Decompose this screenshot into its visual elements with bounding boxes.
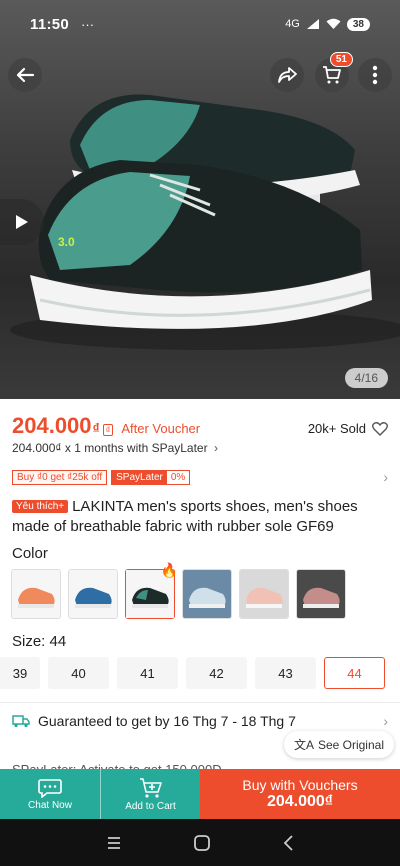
play-video-button[interactable] [0,199,44,245]
color-swatch-4[interactable] [182,569,232,619]
size-option-41[interactable]: 41 [117,657,178,689]
network-icon: 4G [285,18,300,30]
color-label: Color [12,545,48,562]
promo-tags-row[interactable]: Buy ₫0 get ₫25k off SPayLater 0% › [12,469,388,485]
wifi-icon [326,18,341,29]
svg-text:3.0: 3.0 [58,235,75,249]
heart-icon[interactable] [372,421,388,436]
bottom-action-bar: Chat Now Add to Cart Buy with Vouchers 2… [0,769,400,819]
translate-icon: 文A [293,738,314,752]
spaylater-tag: SPayLater 0% [111,469,191,485]
share-icon [278,67,297,83]
status-bar: 11:50 ··· 4G 38 [0,0,400,48]
add-to-cart-button[interactable]: Add to Cart [100,769,200,819]
see-original-label: See Original [317,737,384,752]
recent-apps-icon[interactable] [106,835,122,851]
truck-icon [12,715,30,728]
size-option-39[interactable]: 39 [0,657,40,689]
signal-icon [306,19,319,29]
flame-icon: 🔥 [160,562,178,578]
chat-icon [38,778,62,798]
price-row: 204.000 ₫ ₫ After Voucher 20k+ Sold [12,413,388,439]
shoe-thumbnail [297,570,345,618]
add-cart-icon [139,777,162,798]
preferred-tag: Yêu thích+ [12,500,69,513]
sold-label: 20k+ Sold [307,421,366,436]
after-voucher-label: After Voucher [121,421,201,436]
shoe-thumbnail [183,570,231,618]
chevron-right-icon: › [213,441,218,455]
installment-info[interactable]: 204.000₫ x 1 months with SPayLater › [12,441,218,455]
divider [0,702,400,703]
battery-icon: 38 [346,17,370,31]
buy-with-vouchers-button[interactable]: Buy with Vouchers 204.000₫ [200,769,400,819]
system-nav-bar [0,819,400,866]
price-amount: 204.000 [12,413,92,438]
product-title: Yêu thích+ LAKINTA men's sports shoes, me… [12,497,390,537]
size-option-42[interactable]: 42 [186,657,247,689]
shoe-thumbnail [12,570,60,618]
more-options-button[interactable] [358,58,392,92]
home-icon[interactable] [193,834,211,852]
status-time: 11:50 [30,15,70,33]
price-currency: ₫ [92,420,100,436]
size-option-44[interactable]: 44 [324,657,385,689]
add-to-cart-label: Add to Cart [125,800,176,812]
color-swatch-5[interactable] [239,569,289,619]
arrow-left-icon [16,67,35,83]
spaylater-tag-rate: 0% [170,471,186,483]
color-swatch-2[interactable] [68,569,118,619]
size-option-40[interactable]: 40 [48,657,109,689]
chevron-right-icon: › [383,713,388,729]
back-nav-icon[interactable] [282,834,294,852]
color-swatch-3[interactable]: 🔥 [125,562,178,619]
voucher-icon: ₫ [102,424,114,436]
product-image-gallery[interactable]: 3.0 11:50 ··· 4G 38 51 4/16 [0,0,400,399]
see-original-button[interactable]: 文A See Original [283,731,394,758]
delivery-text: Guaranteed to get by 16 Thg 7 - 18 Thg 7 [38,713,296,729]
deal-tag: Buy ₫0 get ₫25k off [12,469,108,485]
shoe-thumbnail [69,570,117,618]
shoe-thumbnail [240,570,288,618]
cart-icon [323,66,341,84]
share-button[interactable] [270,58,304,92]
buy-price: 204.000₫ [266,793,334,810]
color-swatch-1[interactable] [11,569,61,619]
status-dots: ··· [81,16,95,32]
image-counter: 4/16 [344,368,388,388]
chat-now-label: Chat Now [28,799,72,811]
delivery-row[interactable]: Guaranteed to get by 16 Thg 7 - 18 Thg 7… [12,713,388,729]
color-swatches: 🔥 [11,562,346,619]
size-label: Size: 44 [12,633,67,650]
back-button[interactable] [8,58,42,92]
size-options: 39 40 41 42 43 44 [0,657,385,689]
color-swatch-6[interactable] [296,569,346,619]
spaylater-tag-label: SPayLater [112,470,167,484]
chevron-right-icon: › [383,469,388,485]
installment-text: 204.000₫ x 1 months with SPayLater [12,441,208,455]
play-icon [16,215,28,229]
size-option-43[interactable]: 43 [255,657,316,689]
more-vertical-icon [372,65,378,85]
buy-label: Buy with Vouchers [242,777,358,793]
chat-now-button[interactable]: Chat Now [0,769,100,819]
cart-count-badge: 51 [329,52,353,67]
sold-count: 20k+ Sold [308,421,388,436]
cart-button[interactable]: 51 [315,52,353,92]
